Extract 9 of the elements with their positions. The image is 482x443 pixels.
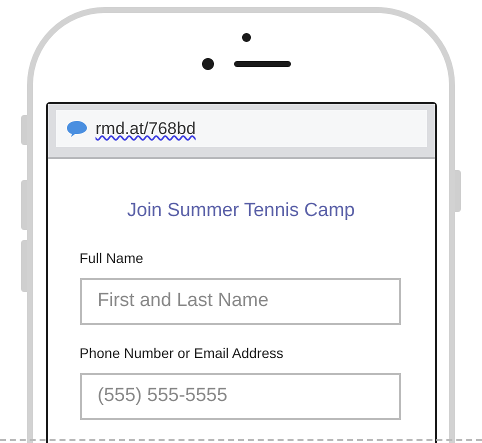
field-label: Phone Number or Email Address: [80, 344, 284, 362]
address-field[interactable]: rmd.at/768bd: [56, 110, 426, 147]
speaker-grille: [234, 61, 290, 67]
text-field[interactable]: First and Last Name: [80, 278, 400, 324]
form-title: Join Summer Tennis Camp: [127, 199, 355, 223]
speech-bubble-icon: [66, 120, 88, 138]
text-field[interactable]: (555) 555-5555: [80, 372, 400, 420]
field-label: Full Name: [80, 248, 144, 268]
url-text: rmd.at/768bd: [96, 118, 196, 140]
